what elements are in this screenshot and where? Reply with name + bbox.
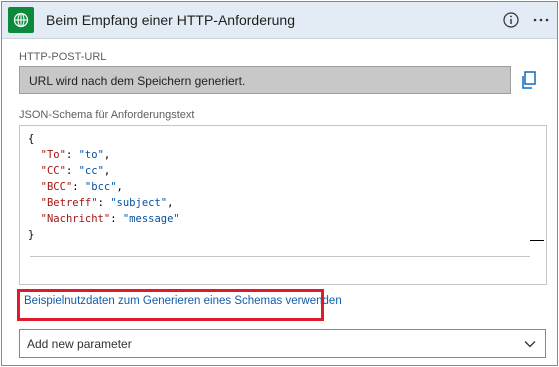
json-value: "bcc" [84, 181, 117, 193]
json-key: "CC" [40, 165, 66, 177]
info-icon[interactable] [502, 11, 520, 29]
http-post-url-label: HTTP-POST-URL [19, 51, 107, 63]
code-line: "To": "to", [40, 149, 111, 161]
json-value: "cc" [78, 165, 104, 177]
code-line: "BCC": "bcc", [40, 181, 123, 193]
json-schema-editor[interactable]: { "To": "to", "CC": "cc", "BCC": "bcc", … [19, 125, 547, 285]
code-line: } [28, 227, 538, 243]
add-new-parameter-dropdown[interactable]: Add new parameter [19, 329, 546, 358]
http-post-url-value: URL wird nach dem Speichern generiert. [29, 74, 246, 88]
scrollbar-marker [530, 240, 544, 241]
code-editor[interactable]: { "To": "to", "CC": "cc", "BCC": "bcc", … [28, 131, 538, 255]
code-line: { [28, 131, 538, 147]
http-post-url-field: URL wird nach dem Speichern generiert. [19, 66, 511, 94]
json-value: "subject" [110, 197, 168, 209]
brace-close: } [28, 229, 35, 241]
json-key: "To" [40, 149, 66, 161]
add-new-parameter-label: Add new parameter [27, 337, 132, 351]
json-value: "to" [78, 149, 104, 161]
card-header[interactable]: Beim Empfang einer HTTP-Anforderung [2, 2, 557, 39]
chevron-down-icon[interactable] [523, 337, 537, 351]
trigger-card: Beim Empfang einer HTTP-Anforderung HTTP… [1, 1, 558, 366]
json-key: "BCC" [40, 181, 73, 193]
code-line: "Nachricht": "message" [40, 213, 180, 225]
json-schema-label: JSON-Schema für Anforderungstext [19, 109, 195, 121]
json-value: "message" [122, 213, 180, 225]
more-options-icon[interactable] [531, 10, 551, 30]
http-request-icon [8, 7, 34, 33]
json-key: "Nachricht" [40, 213, 111, 225]
code-line: "Betreff": "subject", [40, 197, 174, 209]
brace-open: { [28, 133, 35, 145]
editor-divider [30, 256, 530, 257]
use-sample-payload-link[interactable]: Beispielnutzdaten zum Generieren eines S… [24, 295, 342, 307]
json-key: "Betreff" [40, 197, 98, 209]
copy-icon[interactable] [518, 69, 540, 91]
card-title: Beim Empfang einer HTTP-Anforderung [46, 12, 295, 28]
code-line: "CC": "cc", [40, 165, 111, 177]
